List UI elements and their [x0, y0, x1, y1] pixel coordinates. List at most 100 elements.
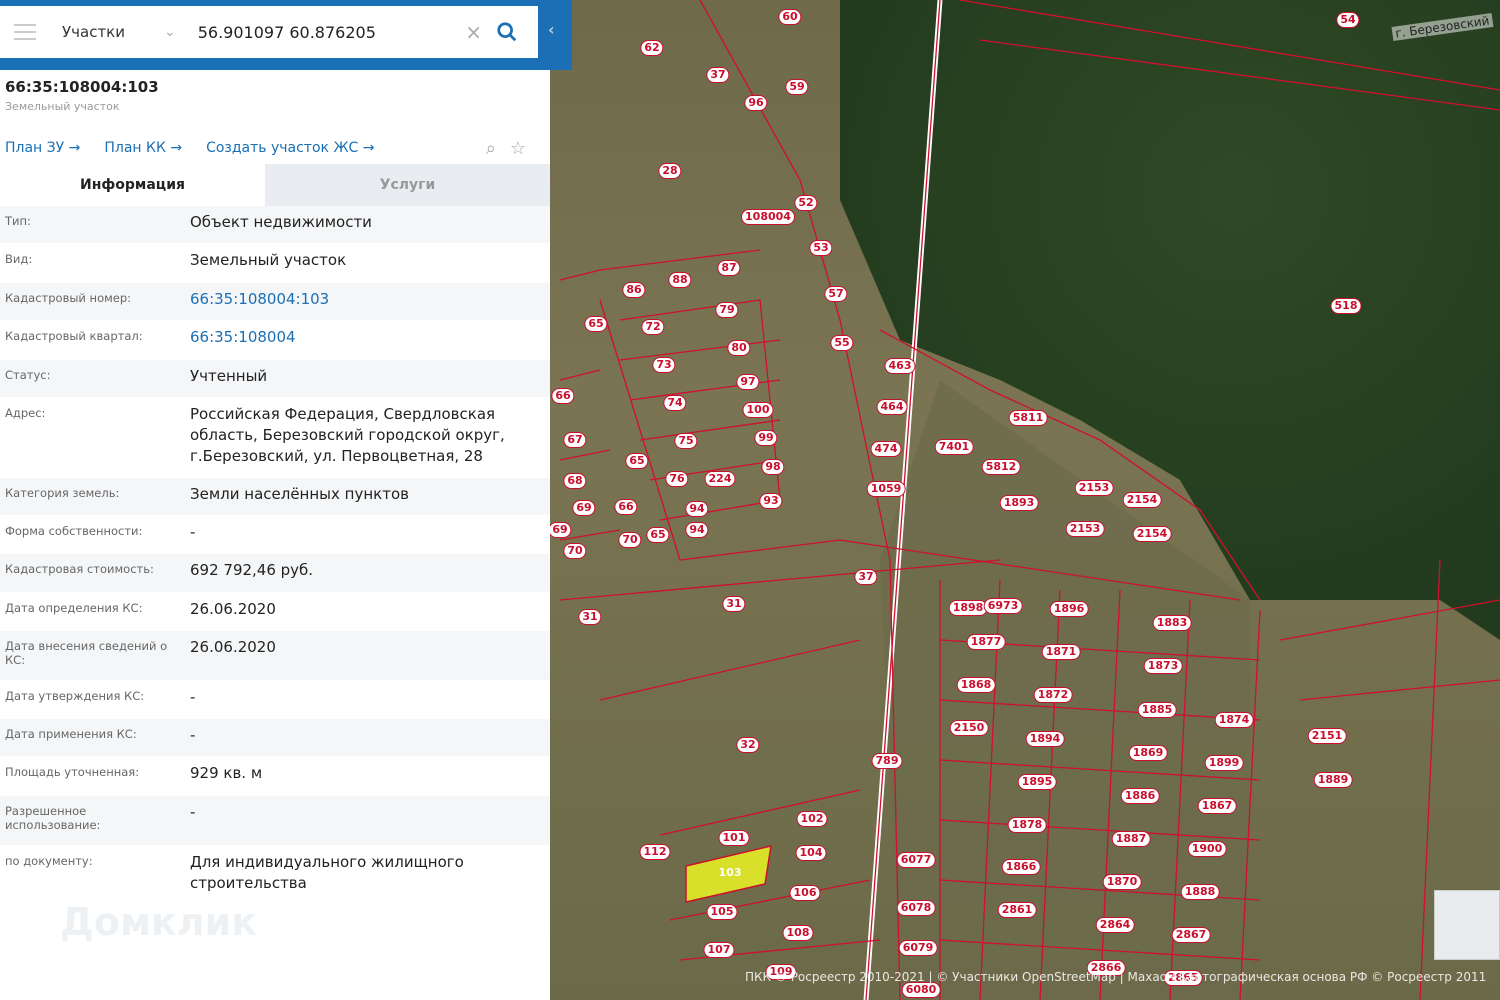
parcel-label[interactable]: 1887 [1111, 831, 1151, 847]
parcel-label[interactable]: 1866 [1001, 859, 1041, 875]
parcel-label[interactable]: 62 [640, 40, 664, 56]
parcel-label[interactable]: 88 [668, 272, 692, 288]
parcel-label[interactable]: 1895 [1017, 774, 1057, 790]
parcel-label[interactable]: 2154 [1122, 492, 1162, 508]
parcel-label[interactable]: 1869 [1128, 745, 1168, 761]
parcel-label[interactable]: 72 [641, 319, 665, 335]
parcel-label[interactable]: 87 [717, 260, 741, 276]
parcel-label[interactable]: 1868 [956, 677, 996, 693]
plan-kk-link[interactable]: План КК → [104, 140, 182, 156]
parcel-label[interactable]: 2154 [1132, 526, 1172, 542]
parcel-label[interactable]: 70 [563, 543, 587, 559]
parcel-label[interactable]: 2153 [1065, 521, 1105, 537]
parcel-label[interactable]: 57 [824, 286, 848, 302]
parcel-label[interactable]: 99 [754, 430, 778, 446]
parcel-label[interactable]: 2153 [1074, 480, 1114, 496]
parcel-label[interactable]: 52 [794, 195, 818, 211]
parcel-label[interactable]: 1893 [999, 495, 1039, 511]
parcel-label[interactable]: 70 [618, 532, 642, 548]
parcel-label[interactable]: 93 [759, 493, 783, 509]
parcel-label[interactable]: 28 [658, 163, 682, 179]
parcel-label[interactable]: 94 [685, 501, 709, 517]
parcel-label[interactable]: 97 [736, 374, 760, 390]
parcel-label[interactable]: 1889 [1313, 772, 1353, 788]
parcel-label[interactable]: 79 [715, 302, 739, 318]
parcel-label[interactable]: 66 [551, 388, 575, 404]
parcel-label[interactable]: 37 [706, 67, 730, 83]
parcel-label[interactable]: 103 [716, 866, 745, 880]
parcel-label[interactable]: 2150 [949, 720, 989, 736]
parcel-label[interactable]: 1896 [1049, 601, 1089, 617]
create-zhs-link[interactable]: Создать участок ЖС → [206, 140, 374, 156]
parcel-label[interactable]: 106 [789, 885, 821, 901]
parcel-label[interactable]: 80 [727, 340, 751, 356]
collapse-panel-icon[interactable]: ‹ [548, 20, 555, 39]
parcel-label[interactable]: 75 [674, 433, 698, 449]
menu-icon[interactable] [14, 24, 36, 40]
parcel-label[interactable]: 86 [622, 282, 646, 298]
parcel-label[interactable]: 107 [703, 942, 735, 958]
parcel-label[interactable]: 1871 [1041, 644, 1081, 660]
parcel-label[interactable]: 1900 [1187, 841, 1227, 857]
tab-info[interactable]: Информация [0, 164, 265, 206]
layer-select[interactable]: Участки [62, 23, 152, 41]
parcel-label[interactable]: 104 [795, 845, 827, 861]
parcel-label[interactable]: 98 [761, 459, 785, 475]
tab-services[interactable]: Услуги [265, 164, 550, 206]
search-icon[interactable] [496, 21, 518, 43]
parcel-label[interactable]: 5811 [1008, 410, 1048, 426]
parcel-label[interactable]: 69 [548, 522, 572, 538]
parcel-label[interactable]: 31 [722, 596, 746, 612]
parcel-label[interactable]: 100 [742, 402, 774, 418]
parcel-label[interactable]: 1874 [1214, 712, 1254, 728]
parcel-label[interactable]: 6973 [983, 598, 1023, 614]
parcel-label[interactable]: 1894 [1025, 731, 1065, 747]
parcel-label[interactable]: 7401 [934, 439, 974, 455]
search-input[interactable]: 56.901097 60.876205 [198, 23, 466, 42]
parcel-label[interactable]: 53 [809, 240, 833, 256]
parcel-label[interactable]: 464 [876, 399, 908, 415]
parcel-label[interactable]: 37 [854, 569, 878, 585]
parcel-label[interactable]: 2864 [1095, 917, 1135, 933]
chevron-down-icon[interactable]: ⌄ [164, 24, 176, 40]
parcel-label[interactable]: 2151 [1307, 728, 1347, 744]
parcel-label[interactable]: 1898 [948, 600, 988, 616]
parcel-label[interactable]: 1888 [1180, 884, 1220, 900]
parcel-label[interactable]: 54 [1336, 12, 1360, 28]
parcel-label[interactable]: 463 [884, 358, 916, 374]
parcel-label[interactable]: 68 [563, 473, 587, 489]
parcel-label[interactable]: 2861 [997, 902, 1037, 918]
parcel-label[interactable]: 1873 [1143, 658, 1183, 674]
parcel-label[interactable]: 108004 [741, 209, 795, 225]
parcel-label[interactable]: 5812 [981, 459, 1021, 475]
parcel-label[interactable]: 32 [736, 737, 760, 753]
parcel-label[interactable]: 76 [665, 471, 689, 487]
parcel-label[interactable]: 65 [584, 316, 608, 332]
parcel-label[interactable]: 65 [625, 453, 649, 469]
parcel-label[interactable]: 1878 [1007, 817, 1047, 833]
parcel-label[interactable]: 1899 [1204, 755, 1244, 771]
parcel-label[interactable]: 96 [744, 95, 768, 111]
parcel-label[interactable]: 6078 [896, 900, 936, 916]
parcel-label[interactable]: 1059 [866, 481, 906, 497]
parcel-label[interactable]: 474 [870, 441, 902, 457]
parcel-label[interactable]: 31 [578, 609, 602, 625]
parcel-label[interactable]: 105 [706, 904, 738, 920]
parcel-label[interactable]: 6079 [898, 940, 938, 956]
parcel-label[interactable]: 1870 [1102, 874, 1142, 890]
parcel-label[interactable]: 59 [785, 79, 809, 95]
row-value[interactable]: 66:35:108004:103 [190, 283, 550, 320]
parcel-label[interactable]: 1883 [1152, 615, 1192, 631]
parcel-label[interactable]: 101 [718, 830, 750, 846]
parcel-label[interactable]: 74 [663, 395, 687, 411]
parcel-label[interactable]: 67 [563, 432, 587, 448]
row-value[interactable]: 66:35:108004 [190, 321, 550, 359]
parcel-label[interactable]: 2867 [1171, 927, 1211, 943]
plan-zu-link[interactable]: План ЗУ → [5, 140, 80, 156]
parcel-label[interactable]: 60 [778, 9, 802, 25]
star-icon[interactable]: ☆ [510, 138, 526, 159]
parcel-label[interactable]: 73 [652, 357, 676, 373]
parcel-label[interactable]: 6077 [896, 852, 936, 868]
parcel-label[interactable]: 55 [830, 335, 854, 351]
parcel-label[interactable]: 66 [614, 499, 638, 515]
